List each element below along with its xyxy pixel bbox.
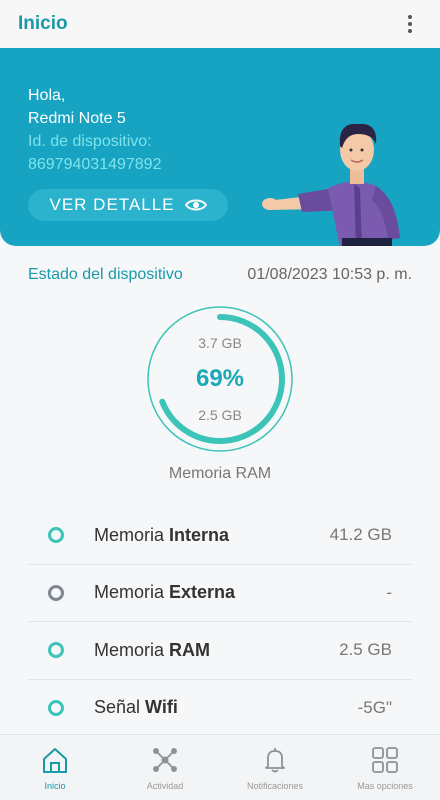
ram-gauge-caption: Memoria RAM — [168, 465, 272, 482]
item-value: -5G" — [357, 697, 392, 717]
item-label-bold: RAM — [169, 639, 211, 660]
item-label-prefix: Memoria — [94, 639, 170, 660]
status-dot-icon — [48, 642, 64, 659]
device-status-row: Estado del dispositivo 01/08/2023 10:53 … — [28, 266, 412, 284]
item-label-bold: Wifi — [145, 697, 178, 718]
ram-gauge: 3.7 GB 69% 2.5 GB — [146, 305, 294, 453]
greeting-text: Hola, — [28, 87, 66, 104]
item-label-prefix: Señal — [94, 697, 146, 718]
nav-label: Mas opciones — [357, 781, 413, 791]
nav-item-more-options[interactable]: Mas opciones — [330, 735, 440, 800]
ram-percent: 69% — [195, 365, 245, 392]
list-item-wifi-signal[interactable]: Señal Wifi -5G" — [28, 680, 412, 737]
ram-total: 3.7 GB — [198, 335, 242, 351]
status-dot-icon — [48, 584, 64, 601]
view-detail-button[interactable]: VER DETALLE — [28, 189, 228, 221]
item-value: 41.2 GB — [329, 525, 392, 545]
list-item-external-memory[interactable]: Memoria Externa - — [28, 565, 412, 622]
grid-icon — [372, 747, 398, 773]
status-timestamp: 01/08/2023 10:53 p. m. — [247, 266, 412, 283]
device-id: 869794031497892 — [28, 156, 162, 173]
list-item-internal-memory[interactable]: Memoria Interna 41.2 GB — [28, 507, 412, 565]
nav-item-activity[interactable]: Actividad — [110, 735, 220, 800]
status-dot-icon — [48, 699, 64, 716]
device-info: Hola, Redmi Note 5 Id. de dispositivo: 8… — [28, 84, 161, 176]
item-value: 2.5 GB — [339, 640, 392, 660]
page-title: Inicio — [18, 13, 68, 34]
more-vertical-icon[interactable] — [398, 12, 422, 36]
nav-label: Notificaciones — [246, 781, 304, 791]
device-id-label: Id. de dispositivo: — [28, 133, 152, 150]
device-hero-card: Hola, Redmi Note 5 Id. de dispositivo: 8… — [0, 48, 440, 246]
device-stats-list: Memoria Interna 41.2 GB Memoria Externa … — [28, 507, 412, 737]
network-icon — [153, 748, 177, 772]
eye-icon — [184, 199, 207, 211]
status-dot-icon — [48, 527, 64, 544]
device-status-label: Estado del dispositivo — [28, 266, 183, 283]
home-icon — [43, 748, 67, 773]
item-value: - — [386, 582, 392, 602]
device-name: Redmi Note 5 — [28, 110, 126, 127]
pointing-man-illustration — [262, 123, 400, 246]
item-label-prefix: Memoria — [94, 524, 170, 545]
item-label-prefix: Memoria — [94, 582, 170, 603]
item-label-bold: Interna — [169, 524, 230, 545]
app-bar: Inicio — [0, 0, 440, 48]
list-item-ram-memory[interactable]: Memoria RAM 2.5 GB — [28, 622, 412, 680]
view-detail-label: VER DETALLE — [49, 195, 175, 214]
nav-item-notifications[interactable]: Notificaciones — [220, 735, 330, 800]
nav-label: Actividad — [146, 781, 184, 791]
ram-used: 2.5 GB — [198, 407, 242, 423]
bottom-navigation: Inicio Actividad Notificaciones Mas opci… — [0, 734, 440, 800]
bell-icon — [265, 748, 285, 773]
nav-item-home[interactable]: Inicio — [0, 735, 110, 800]
item-label-bold: Externa — [169, 582, 236, 603]
nav-label: Inicio — [44, 781, 66, 791]
